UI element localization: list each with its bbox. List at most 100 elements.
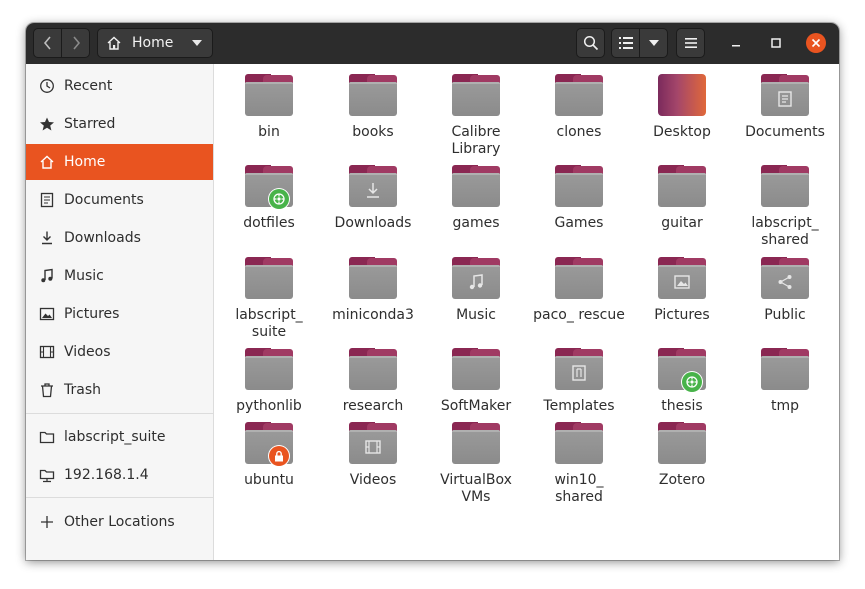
sidebar-item-starred[interactable]: Starred: [26, 106, 213, 142]
file-item[interactable]: VirtualBox VMs: [427, 422, 525, 506]
sidebar-separator: [26, 413, 213, 414]
sidebar-item-recent[interactable]: Recent: [26, 68, 213, 104]
sidebar-item-music[interactable]: Music: [26, 258, 213, 294]
back-button[interactable]: [33, 28, 62, 58]
chevron-down-icon: [648, 40, 659, 46]
sidebar-item-pictures[interactable]: Pictures: [26, 296, 213, 332]
file-item[interactable]: tmp: [736, 348, 834, 415]
sidebar-item-downloads[interactable]: Downloads: [26, 220, 213, 256]
header-bar: Home: [26, 23, 839, 65]
sidebar-item-label: labscript_suite: [64, 429, 166, 445]
folder-icon: [349, 348, 397, 390]
file-item[interactable]: clones: [530, 74, 628, 141]
file-item[interactable]: Videos: [324, 422, 422, 489]
file-item[interactable]: SoftMaker: [427, 348, 525, 415]
search-button[interactable]: [576, 28, 605, 58]
file-item[interactable]: Documents: [736, 74, 834, 141]
emblem-synced-icon: [269, 189, 289, 209]
sidebar-item-label: Videos: [64, 344, 111, 360]
sidebar-item-videos[interactable]: Videos: [26, 334, 213, 370]
main-menu-button[interactable]: [676, 28, 705, 58]
list-view-icon: [618, 37, 633, 49]
close-button[interactable]: [806, 33, 826, 53]
file-item[interactable]: bin: [220, 74, 318, 141]
folder-icon: [555, 348, 603, 390]
folder-icon: [245, 257, 293, 299]
sidebar-item-network-drive[interactable]: 192.168.1.4: [26, 457, 213, 493]
file-name: research: [342, 398, 404, 414]
sidebar-item-label: Pictures: [64, 306, 120, 322]
picture-icon: [39, 306, 55, 322]
sidebar-item-documents[interactable]: Documents: [26, 182, 213, 218]
folder-icon: [761, 74, 809, 116]
file-item[interactable]: Public: [736, 257, 834, 324]
folder-icon: [658, 165, 706, 207]
file-name: Downloads: [334, 215, 412, 231]
file-item[interactable]: Desktop: [633, 74, 731, 141]
maximize-button[interactable]: [766, 33, 786, 53]
file-name: win10_ shared: [554, 472, 604, 505]
file-name: Music: [456, 307, 496, 323]
file-item[interactable]: dotfiles: [220, 165, 318, 232]
view-options-button[interactable]: [639, 28, 668, 58]
file-item[interactable]: labscript_ shared: [736, 165, 834, 249]
file-item[interactable]: Music: [427, 257, 525, 324]
sidebar-item-home[interactable]: Home: [26, 144, 213, 180]
file-item[interactable]: guitar: [633, 165, 731, 232]
file-item[interactable]: labscript_ suite: [220, 257, 318, 341]
forward-button[interactable]: [61, 28, 90, 58]
file-name: Calibre Library: [451, 124, 501, 157]
file-name: Desktop: [653, 124, 711, 140]
file-item[interactable]: Zotero: [633, 422, 731, 489]
sidebar-item-labscript-suite[interactable]: labscript_suite: [26, 419, 213, 455]
picture-icon: [672, 272, 692, 292]
file-item[interactable]: miniconda3: [324, 257, 422, 324]
minimize-icon: [732, 45, 740, 47]
file-item[interactable]: games: [427, 165, 525, 232]
file-item[interactable]: Pictures: [633, 257, 731, 324]
minimize-button[interactable]: [726, 33, 746, 53]
view-toggle-button[interactable]: [611, 28, 640, 58]
music-icon: [466, 272, 486, 292]
file-item[interactable]: Templates: [530, 348, 628, 415]
file-item[interactable]: pythonlib: [220, 348, 318, 415]
file-name: VirtualBox VMs: [440, 472, 512, 505]
folder-icon: [452, 74, 500, 116]
emblem-synced-icon: [682, 372, 702, 392]
plus-icon: [39, 514, 55, 530]
chevron-down-icon: [192, 40, 202, 46]
network-drive-icon: [39, 467, 55, 483]
folder-icon: [349, 165, 397, 207]
sidebar-item-label: Music: [64, 268, 104, 284]
sidebar-item-trash[interactable]: Trash: [26, 372, 213, 408]
file-item[interactable]: paco_ rescue: [530, 257, 628, 324]
lock-icon: [269, 446, 289, 466]
file-name: Public: [764, 307, 806, 323]
file-name: Games: [554, 215, 604, 231]
file-item[interactable]: Games: [530, 165, 628, 232]
film-icon: [363, 437, 383, 457]
hamburger-icon: [684, 38, 697, 48]
folder-icon: [245, 422, 293, 466]
template-icon: [569, 363, 589, 383]
file-item[interactable]: books: [324, 74, 422, 141]
file-item[interactable]: Calibre Library: [427, 74, 525, 158]
file-item[interactable]: ubuntu: [220, 422, 318, 489]
sidebar-item-label: Downloads: [64, 230, 141, 246]
file-item[interactable]: research: [324, 348, 422, 415]
maximize-icon: [771, 38, 781, 48]
file-item[interactable]: thesis: [633, 348, 731, 415]
music-icon: [39, 268, 55, 284]
file-item[interactable]: win10_ shared: [530, 422, 628, 506]
sidebar-separator: [26, 497, 213, 498]
file-name: games: [452, 215, 500, 231]
home-icon: [107, 36, 121, 50]
file-name: pythonlib: [236, 398, 302, 414]
file-name: guitar: [661, 215, 703, 231]
file-name: labscript_ suite: [235, 307, 303, 340]
sidebar-item-label: Trash: [64, 382, 101, 398]
file-name: thesis: [661, 398, 703, 414]
file-item[interactable]: Downloads: [324, 165, 422, 232]
sidebar-item-other-locations[interactable]: Other Locations: [26, 504, 213, 540]
location-button[interactable]: Home: [97, 28, 213, 58]
